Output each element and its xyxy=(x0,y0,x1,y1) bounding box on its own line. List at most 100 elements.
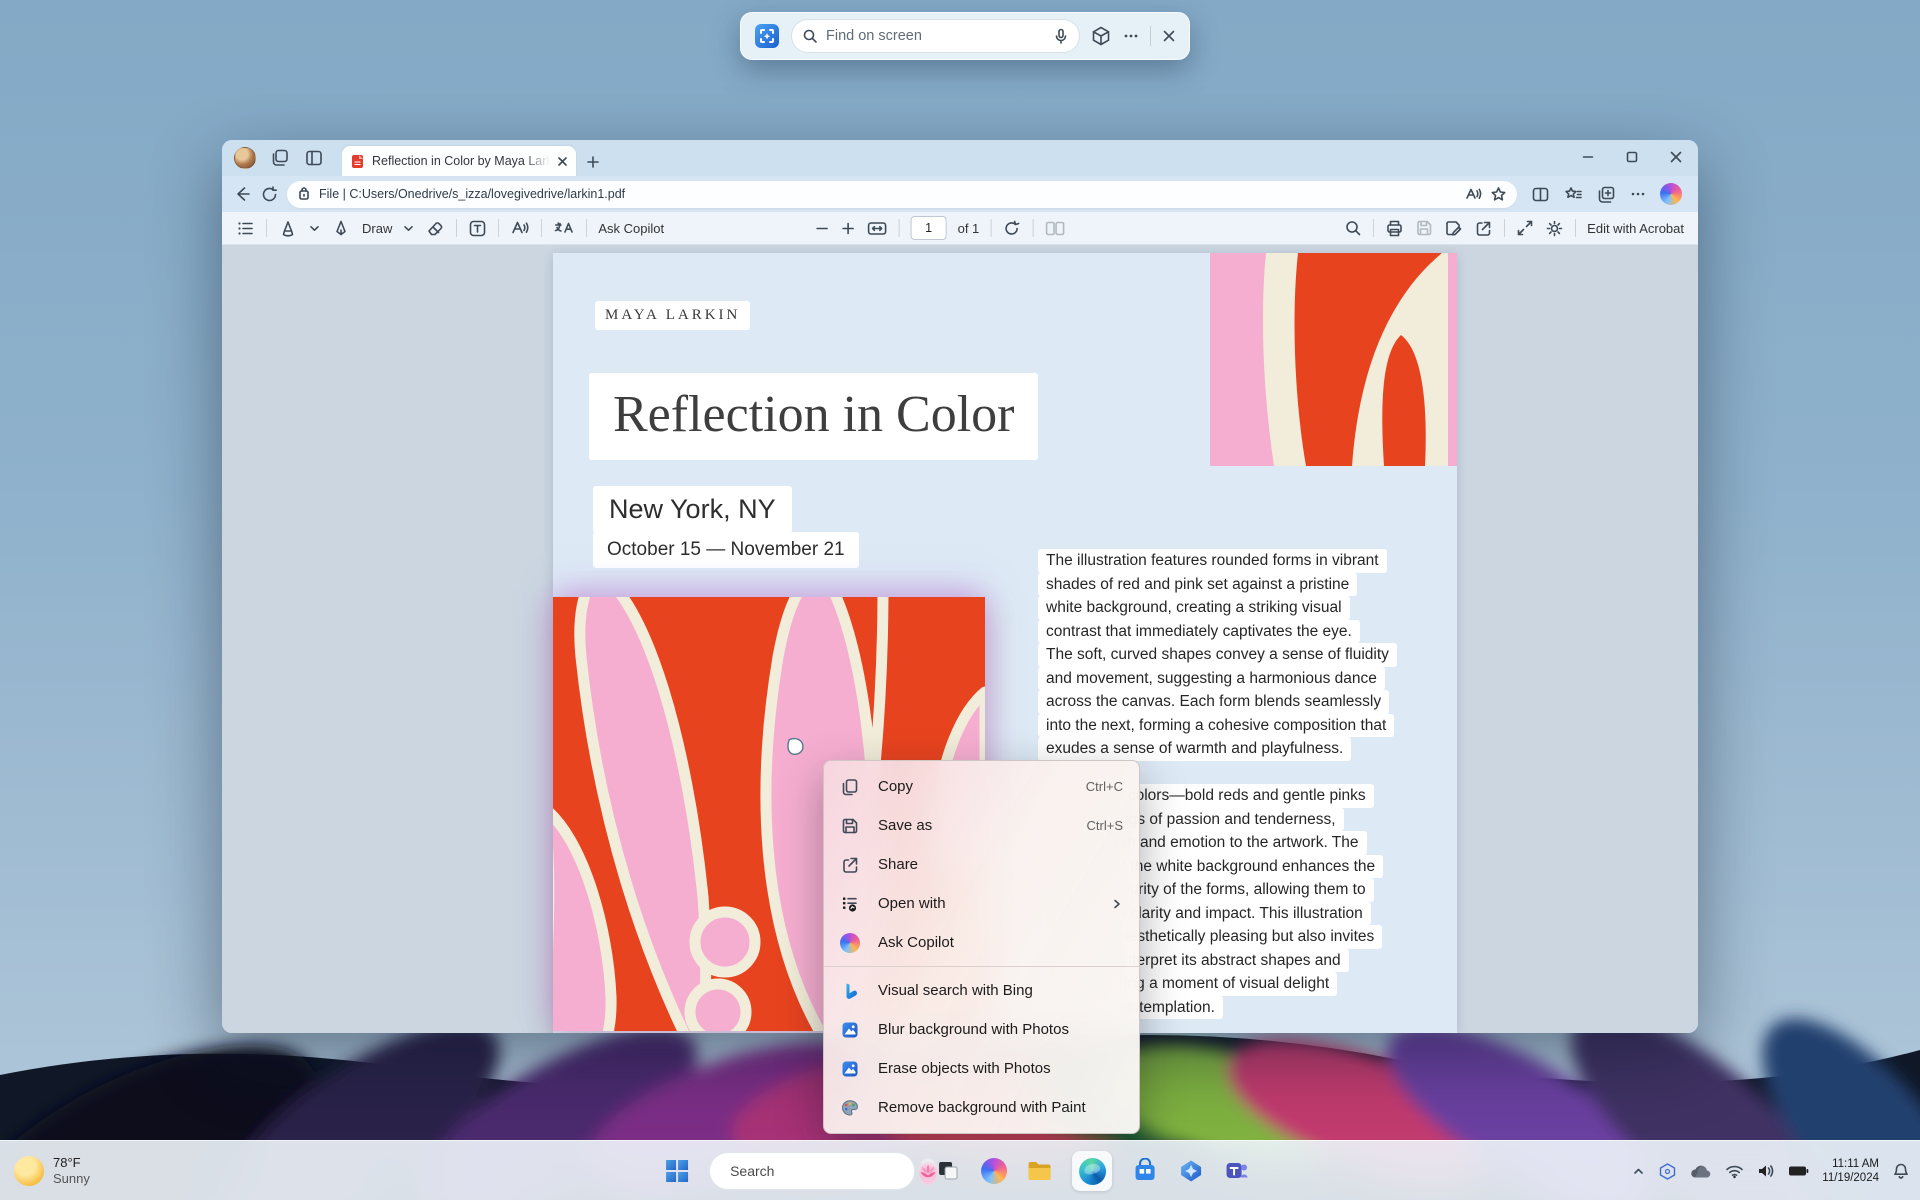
exhibition-dates: October 15 — November 21 xyxy=(593,532,859,568)
menu-item-copy[interactable]: Copy Ctrl+C xyxy=(824,767,1139,806)
exhibition-location: New York, NY xyxy=(593,486,792,533)
read-aloud-icon[interactable] xyxy=(510,218,530,238)
highlighter-icon[interactable] xyxy=(278,218,298,238)
favorites-bar-icon[interactable] xyxy=(1564,185,1583,204)
address-bar: File | C:Users/Onedrive/s_izza/lovegived… xyxy=(222,176,1698,212)
start-button[interactable] xyxy=(664,1158,690,1184)
edge-icon xyxy=(1079,1158,1106,1185)
copilot-icon[interactable] xyxy=(1660,183,1682,205)
ask-copilot-button[interactable]: Ask Copilot xyxy=(598,221,664,236)
desktop: Reflection in Color by Maya Larki xyxy=(0,0,1920,1200)
find-on-screen-input[interactable] xyxy=(826,28,1045,44)
favorite-star-icon[interactable] xyxy=(1490,186,1507,203)
teams-button[interactable] xyxy=(1223,1158,1250,1185)
menu-item-remove-background-paint[interactable]: Remove background with Paint xyxy=(824,1088,1139,1127)
more-options-icon[interactable] xyxy=(1122,27,1140,45)
back-icon[interactable] xyxy=(232,184,252,204)
tab-close-icon[interactable] xyxy=(557,156,568,167)
url-text: File | C:Users/Onedrive/s_izza/lovegived… xyxy=(319,187,1456,201)
artist-name: MAYA LARKIN xyxy=(595,301,750,330)
minimize-button[interactable] xyxy=(1566,140,1610,174)
new-tab-icon[interactable] xyxy=(586,155,600,169)
window-close-button[interactable] xyxy=(1654,140,1698,174)
browser-tab-active[interactable]: Reflection in Color by Maya Larki xyxy=(342,146,576,176)
submenu-chevron-icon xyxy=(1111,898,1123,910)
volume-icon[interactable] xyxy=(1757,1163,1775,1179)
translate-icon[interactable] xyxy=(553,218,575,238)
photos-icon xyxy=(840,1020,860,1040)
close-icon[interactable] xyxy=(1161,28,1177,44)
menu-item-ask-copilot[interactable]: Ask Copilot xyxy=(824,923,1139,962)
gear-icon[interactable] xyxy=(1545,219,1564,238)
menu-item-open-with[interactable]: Open with xyxy=(824,884,1139,923)
onedrive-cloud-icon[interactable] xyxy=(1690,1164,1712,1179)
microsoft-store-button[interactable] xyxy=(1131,1158,1158,1185)
rotate-icon[interactable] xyxy=(1002,219,1021,238)
find-search-field[interactable] xyxy=(791,19,1080,53)
chevron-down-icon[interactable] xyxy=(403,223,414,234)
tab-strip: Reflection in Color by Maya Larki xyxy=(222,140,1698,176)
tab-actions-icon[interactable] xyxy=(304,148,324,168)
profile-avatar[interactable] xyxy=(234,147,256,169)
find-on-screen-bar xyxy=(740,12,1190,60)
settings-more-icon[interactable] xyxy=(1630,186,1646,202)
copy-icon xyxy=(840,777,860,797)
battery-icon[interactable] xyxy=(1788,1165,1809,1177)
wifi-icon[interactable] xyxy=(1725,1164,1744,1179)
table-of-contents-icon[interactable] xyxy=(236,219,255,238)
print-icon[interactable] xyxy=(1385,219,1404,238)
edge-taskbar-button[interactable] xyxy=(1072,1151,1112,1191)
search-document-icon[interactable] xyxy=(1344,219,1362,237)
taskbar-search-input[interactable] xyxy=(730,1163,911,1179)
page-count-label: of 1 xyxy=(958,221,980,236)
copilot-365-button[interactable] xyxy=(1177,1158,1204,1185)
draw-pen-icon[interactable] xyxy=(331,218,351,238)
task-view-button[interactable] xyxy=(934,1158,961,1185)
file-explorer-button[interactable] xyxy=(1026,1158,1053,1185)
share-icon xyxy=(840,855,860,875)
copilot-taskbar-button[interactable] xyxy=(980,1158,1007,1185)
artwork-corner-image[interactable] xyxy=(1210,253,1457,466)
paragraph-1: The illustration features rounded forms … xyxy=(1038,549,1408,761)
menu-item-blur-background-photos[interactable]: Blur background with Photos xyxy=(824,1010,1139,1049)
page-number-input[interactable] xyxy=(911,216,947,240)
menu-divider xyxy=(824,966,1139,967)
file-icon xyxy=(297,187,311,201)
add-text-icon[interactable] xyxy=(468,219,487,238)
paint-icon xyxy=(840,1098,860,1118)
url-field[interactable]: File | C:Users/Onedrive/s_izza/lovegived… xyxy=(287,181,1517,208)
save-as-icon[interactable] xyxy=(1444,219,1463,238)
maximize-button[interactable] xyxy=(1610,140,1654,174)
taskbar-search-box[interactable] xyxy=(709,1152,915,1190)
menu-item-save-as[interactable]: Save as Ctrl+S xyxy=(824,806,1139,845)
fit-to-width-icon[interactable] xyxy=(867,220,888,237)
two-page-view-icon xyxy=(1044,220,1065,237)
save-icon xyxy=(840,816,860,836)
zoom-out-icon[interactable] xyxy=(815,221,830,236)
search-icon xyxy=(802,28,818,44)
zoom-in-icon[interactable] xyxy=(841,221,856,236)
fullscreen-icon[interactable] xyxy=(1516,219,1534,237)
refresh-icon[interactable] xyxy=(260,185,279,204)
chevron-down-icon[interactable] xyxy=(309,223,320,234)
draw-label[interactable]: Draw xyxy=(362,221,392,236)
edit-with-acrobat-button[interactable]: Edit with Acrobat xyxy=(1587,221,1684,236)
bing-icon xyxy=(840,981,860,1001)
mic-icon[interactable] xyxy=(1053,28,1069,44)
menu-item-share[interactable]: Share xyxy=(824,845,1139,884)
tray-chevron-icon[interactable] xyxy=(1632,1165,1645,1178)
notification-bell-icon[interactable] xyxy=(1892,1162,1910,1180)
read-aloud-icon[interactable] xyxy=(1464,185,1482,203)
weather-widget[interactable]: 78°F Sunny xyxy=(14,1141,90,1201)
menu-item-erase-objects-photos[interactable]: Erase objects with Photos xyxy=(824,1049,1139,1088)
pdf-file-icon xyxy=(350,154,365,169)
workspaces-icon[interactable] xyxy=(270,148,290,168)
copilot-vision-icon[interactable] xyxy=(1090,25,1112,47)
share-icon[interactable] xyxy=(1474,219,1493,238)
eraser-icon[interactable] xyxy=(425,218,445,238)
collections-icon[interactable] xyxy=(1597,185,1616,204)
split-screen-icon[interactable] xyxy=(1531,185,1550,204)
menu-item-visual-search-bing[interactable]: Visual search with Bing xyxy=(824,971,1139,1010)
clock[interactable]: 11:11 AM 11/19/2024 xyxy=(1822,1157,1879,1185)
3d-viewer-icon[interactable] xyxy=(1658,1162,1677,1181)
